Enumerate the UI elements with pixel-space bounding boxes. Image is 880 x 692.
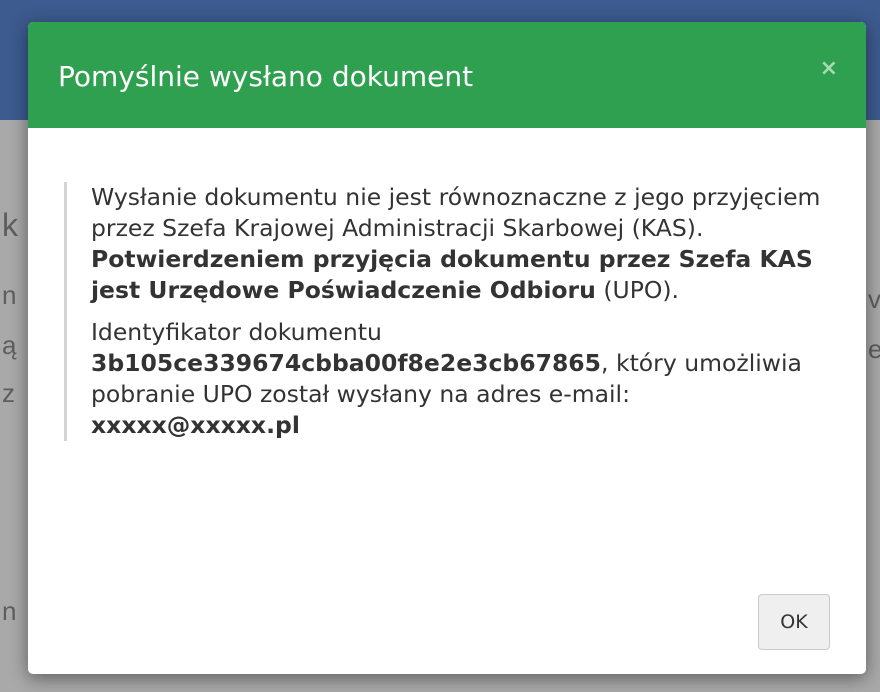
receipt-bold-text: Potwierdzeniem przyjęcia dokumentu przez… (91, 245, 813, 304)
message-paragraph-receipt: Wysłanie dokumentu nie jest równoznaczne… (91, 182, 821, 306)
receipt-tail-text: (UPO). (595, 276, 680, 304)
dialog-message: Wysłanie dokumentu nie jest równoznaczne… (64, 182, 821, 441)
close-icon[interactable]: × (820, 56, 838, 81)
background-text-fragment: k (2, 207, 18, 243)
background-text-fragment: n (2, 280, 17, 310)
receipt-text: Wysłanie dokumentu nie jest równoznaczne… (91, 183, 821, 242)
document-id: 3b105ce339674cbba00f8e2e3cb67865 (91, 349, 602, 377)
background-text-fragment: n (2, 596, 17, 626)
background-text-fragment: e (868, 334, 880, 364)
message-paragraph-identifier: Identyfikator dokumentu 3b105ce339674cbb… (91, 317, 821, 441)
dialog-title: Pomyślnie wysłano dokument (58, 60, 474, 93)
background-text-fragment: z (2, 378, 15, 408)
background-text-fragment: ą (2, 330, 17, 360)
email-address: xxxxx@xxxxx.pl (91, 411, 300, 439)
success-dialog: Pomyślnie wysłano dokument × Wysłanie do… (28, 22, 866, 674)
background-text-fragment: v (868, 284, 880, 314)
identifier-label: Identyfikator dokumentu (91, 318, 382, 346)
ok-button[interactable]: OK (758, 594, 830, 650)
dialog-header: Pomyślnie wysłano dokument × (28, 22, 866, 128)
